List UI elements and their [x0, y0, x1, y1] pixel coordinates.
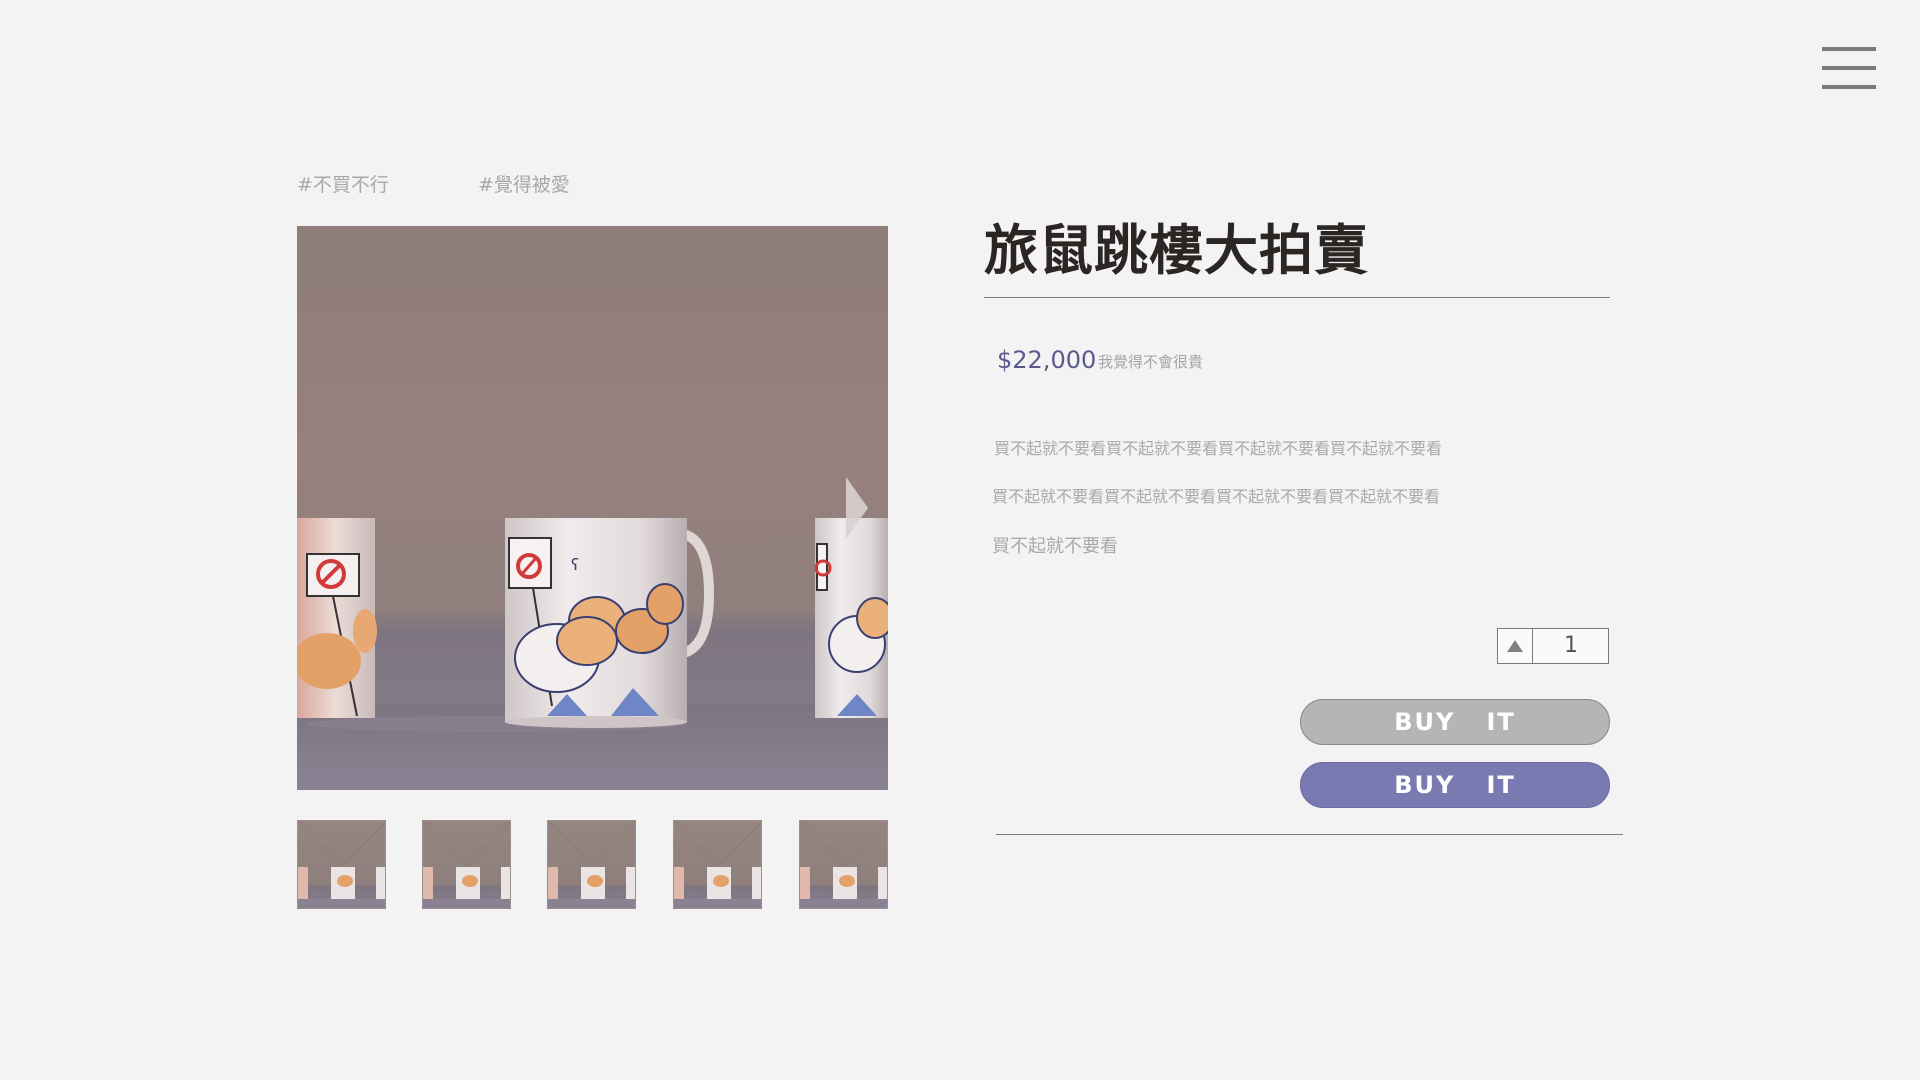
product-price: $22,000	[997, 346, 1097, 374]
title-divider	[984, 297, 1610, 298]
quantity-increment-button[interactable]	[1498, 629, 1533, 663]
product-description-line: 買不起就不要看買不起就不要看買不起就不要看買不起就不要看	[992, 487, 1441, 506]
buy-button-gray[interactable]: BUY IT	[1300, 699, 1610, 745]
thumbnail[interactable]	[799, 820, 888, 909]
thumbnail[interactable]	[422, 820, 511, 909]
menu-bar	[1822, 47, 1876, 51]
menu-bar	[1822, 85, 1876, 89]
tag-link[interactable]: #覺得被愛	[478, 170, 570, 197]
hamburger-menu-icon[interactable]	[1818, 44, 1876, 94]
product-description-line: 買不起就不要看	[992, 536, 1118, 557]
product-title: 旅鼠跳樓大拍賣	[984, 219, 1369, 282]
thumbnail-strip	[297, 820, 888, 910]
quantity-input[interactable]	[1533, 629, 1609, 663]
chevron-right-icon[interactable]	[846, 477, 868, 539]
thumbnail[interactable]	[547, 820, 636, 909]
price-note: 我覺得不會很貴	[1098, 353, 1204, 371]
menu-bar	[1822, 66, 1876, 70]
product-description-line: 買不起就不要看買不起就不要看買不起就不要看買不起就不要看	[994, 439, 1443, 458]
thumbnail[interactable]	[673, 820, 762, 909]
thumbnail[interactable]	[297, 820, 386, 909]
triangle-up-icon	[1507, 640, 1523, 652]
bottom-divider	[996, 834, 1623, 835]
buy-button-purple[interactable]: BUY IT	[1300, 762, 1610, 808]
svg-text:ʕ: ʕ	[571, 555, 579, 574]
quantity-stepper	[1497, 628, 1609, 664]
main-product-image: ʕ	[297, 226, 888, 790]
tag-link[interactable]: #不買不行	[297, 170, 389, 197]
